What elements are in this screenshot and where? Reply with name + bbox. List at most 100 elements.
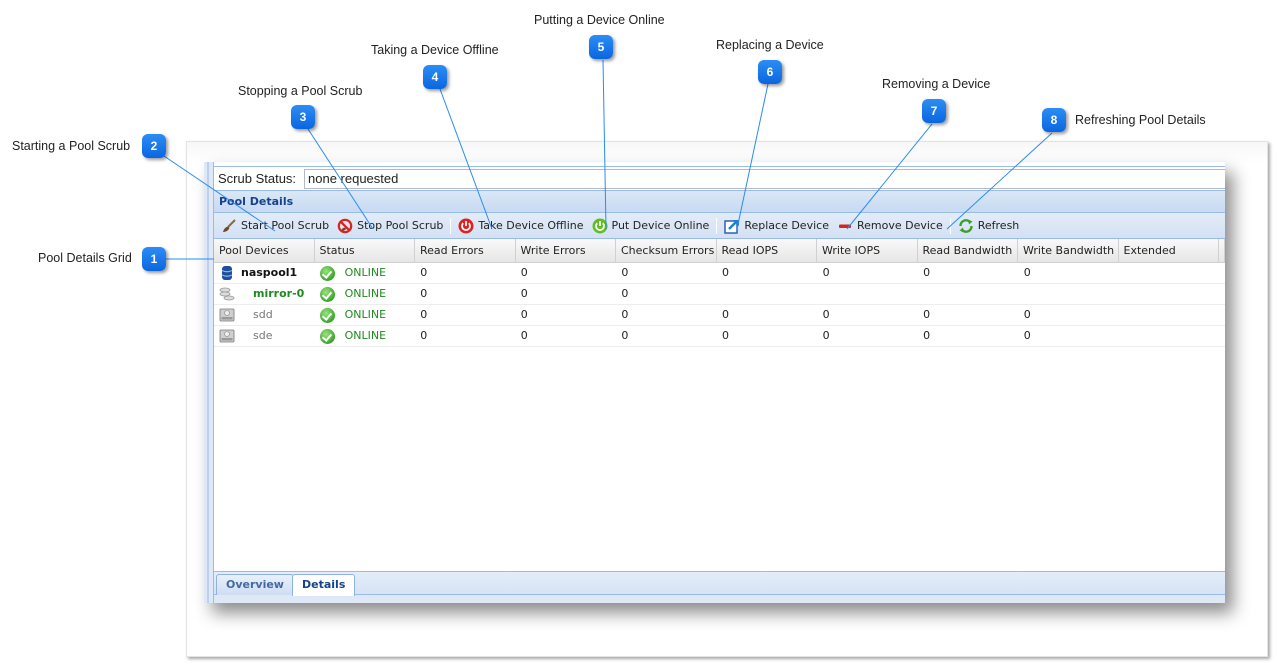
content-area: Scrub Status: none requested Pool Detail… (214, 162, 1225, 603)
device-name: sde (253, 329, 273, 342)
filler-cell (1220, 263, 1225, 283)
check-circle-icon (319, 328, 335, 344)
column-header-write-iops[interactable]: Write IOPS (817, 239, 918, 262)
read-iops-cell: 0 (721, 266, 729, 279)
power-on-icon (592, 218, 608, 234)
read-errors-cell: 0 (420, 308, 428, 321)
take-device-offline-button[interactable]: Take Device Offline (454, 215, 587, 237)
replace-device-button[interactable]: Replace Device (720, 215, 833, 237)
remove-device-button[interactable]: Remove Device (833, 215, 947, 237)
frame-gradient (187, 142, 1267, 164)
callout-label-stopping-scrub: Stopping a Pool Scrub (238, 84, 363, 98)
start-pool-scrub-button[interactable]: Start Pool Scrub (217, 215, 333, 237)
minus-icon (837, 218, 853, 234)
column-header-read-errors[interactable]: Read Errors (415, 239, 516, 262)
refresh-icon (958, 218, 974, 234)
callout-badge-5: 5 (589, 35, 613, 59)
grid-rows: naspool1 ONLINE 0 0 0 0 0 0 0 mirror-0 O… (214, 263, 1225, 347)
table-row[interactable]: mirror-0 ONLINE 0 0 0 (214, 284, 1225, 305)
put-device-online-button[interactable]: Put Device Online (588, 215, 714, 237)
table-row[interactable]: sde ONLINE 0 0 0 0 0 0 0 (214, 326, 1225, 347)
write-errors-cell: 0 (520, 308, 528, 321)
column-header-read-bandwidth[interactable]: Read Bandwidth (918, 239, 1018, 262)
scrub-status-field: none requested (304, 168, 1225, 189)
write-bandwidth-cell (1019, 284, 1120, 304)
device-name: naspool1 (241, 266, 298, 279)
pool-details-window: Scrub Status: none requested Pool Detail… (204, 162, 1225, 603)
callout-badge-1: 1 (142, 247, 166, 271)
read-iops-cell: 0 (721, 329, 729, 342)
column-header-write-bandwidth[interactable]: Write Bandwidth (1018, 239, 1119, 262)
stop-pool-scrub-label: Stop Pool Scrub (357, 219, 444, 232)
tab-strip (214, 572, 1225, 595)
replace-device-label: Replace Device (744, 219, 829, 232)
table-row[interactable]: naspool1 ONLINE 0 0 0 0 0 0 0 (214, 263, 1225, 284)
status-text: ONLINE (344, 287, 387, 300)
checksum-errors-cell: 0 (621, 266, 629, 279)
checksum-errors-cell: 0 (621, 329, 629, 342)
power-off-icon (458, 218, 474, 234)
refresh-button[interactable]: Refresh (954, 215, 1024, 237)
write-bandwidth-cell: 0 (1023, 266, 1031, 279)
callout-badge-4: 4 (423, 65, 447, 89)
remove-device-label: Remove Device (856, 219, 943, 232)
column-header-status[interactable]: Status (315, 239, 415, 262)
filler-cell (1220, 305, 1225, 325)
check-circle-icon (319, 307, 335, 323)
check-circle-icon (319, 265, 335, 281)
column-header-read-iops[interactable]: Read IOPS (717, 239, 817, 262)
read-errors-cell: 0 (420, 266, 428, 279)
device-cell: naspool1 (214, 263, 315, 283)
check-circle-icon (319, 286, 335, 302)
callout-badge-8: 8 (1042, 108, 1066, 132)
scrub-status-row: Scrub Status: none requested (214, 167, 1225, 191)
toolbar-separator (716, 217, 718, 234)
tab-details[interactable]: Details (292, 574, 356, 596)
toolbar: Start Pool Scrub Stop Pool Scrub Take De… (214, 213, 1225, 239)
device-cell: sde (214, 326, 315, 346)
write-bandwidth-cell: 0 (1023, 329, 1031, 342)
status-cell: ONLINE (315, 284, 416, 304)
column-header-write-errors[interactable]: Write Errors (516, 239, 616, 262)
read-bandwidth-cell (918, 284, 1019, 304)
checksum-errors-cell: 0 (621, 287, 629, 300)
status-text: ONLINE (344, 329, 387, 342)
column-header-pool-devices[interactable]: Pool Devices (214, 239, 315, 262)
read-bandwidth-cell: 0 (923, 308, 931, 321)
status-text: ONLINE (344, 308, 387, 321)
callout-label-refreshing-details: Refreshing Pool Details (1075, 113, 1206, 127)
read-bandwidth-cell: 0 (923, 329, 931, 342)
no-broom-icon (337, 218, 353, 234)
callout-badge-7: 7 (922, 99, 946, 123)
scrub-status-label: Scrub Status: (218, 171, 297, 186)
read-iops-cell: 0 (721, 308, 729, 321)
toolbar-separator (450, 217, 452, 234)
take-device-offline-label: Take Device Offline (478, 219, 584, 232)
refresh-label: Refresh (977, 219, 1020, 232)
stop-pool-scrub-button[interactable]: Stop Pool Scrub (333, 215, 447, 237)
write-errors-cell: 0 (520, 329, 528, 342)
callout-label-pool-details-grid: Pool Details Grid (38, 251, 132, 265)
device-name: sdd (253, 308, 273, 321)
read-bandwidth-cell: 0 (923, 266, 931, 279)
checksum-errors-cell: 0 (621, 308, 629, 321)
status-cell: ONLINE (315, 326, 416, 346)
callout-label-removing-device: Removing a Device (882, 77, 991, 91)
status-cell: ONLINE (315, 305, 416, 325)
extended-cell (1119, 305, 1220, 325)
filler-cell (1220, 284, 1225, 304)
pool-database-icon (219, 265, 235, 281)
tab-overview[interactable]: Overview (216, 574, 294, 595)
table-row[interactable]: sdd ONLINE 0 0 0 0 0 0 0 (214, 305, 1225, 326)
callout-label-taking-offline: Taking a Device Offline (371, 43, 499, 57)
read-errors-cell: 0 (420, 329, 428, 342)
callout-badge-2: 2 (142, 134, 166, 158)
grid-header: Pool Devices Status Read Errors Write Er… (214, 239, 1225, 263)
extended-cell (1119, 284, 1220, 304)
write-errors-cell: 0 (520, 287, 528, 300)
column-header-checksum-errors[interactable]: Checksum Errors (616, 239, 717, 262)
write-bandwidth-cell: 0 (1023, 308, 1031, 321)
column-header-filler (1219, 239, 1225, 262)
write-iops-cell (818, 284, 919, 304)
column-header-extended[interactable]: Extended (1119, 239, 1219, 262)
